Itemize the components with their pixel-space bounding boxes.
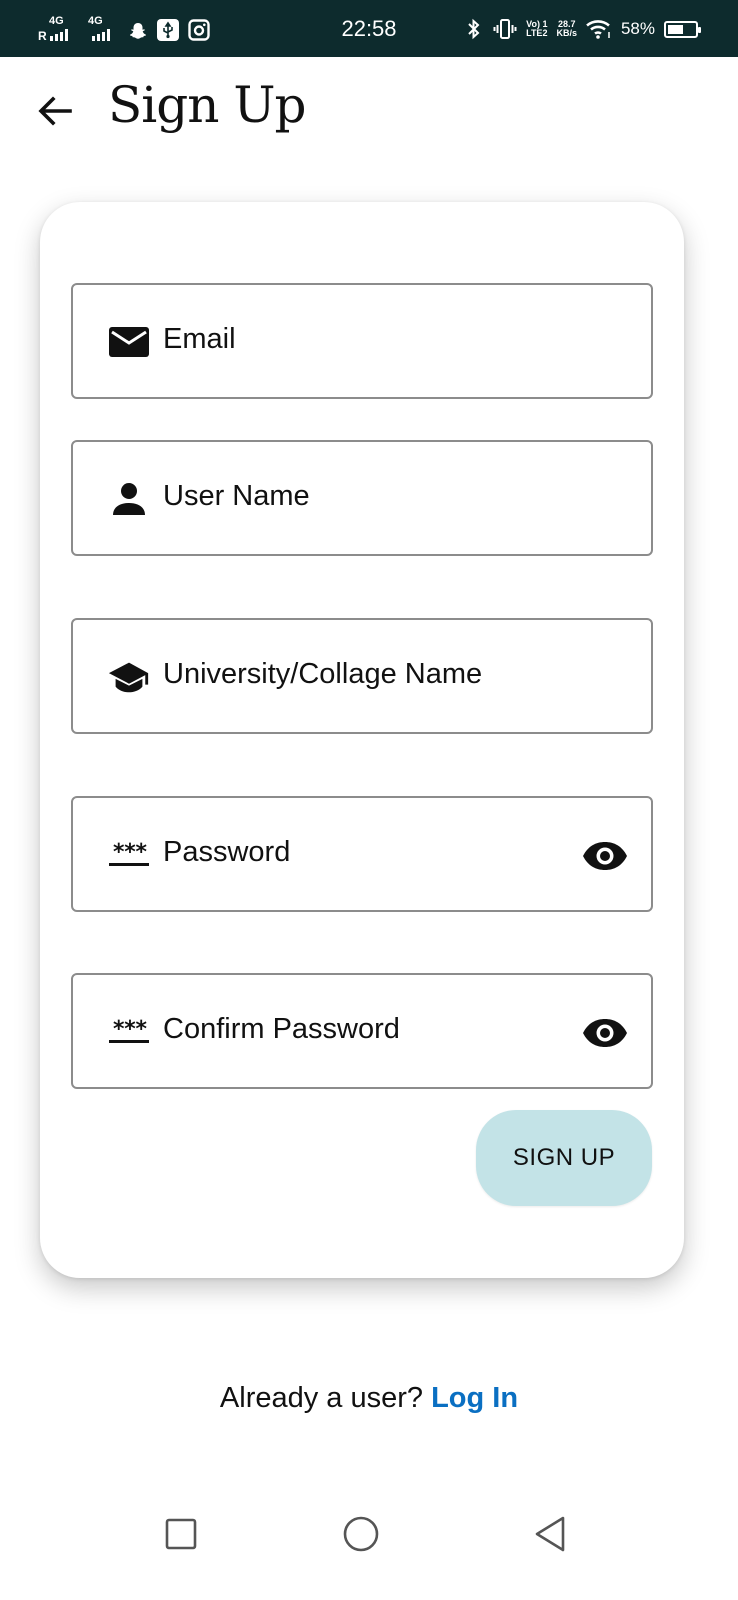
- recent-apps-icon: [165, 1518, 197, 1550]
- password-icon: ***: [107, 1014, 151, 1050]
- password-icon: ***: [107, 837, 151, 873]
- login-link[interactable]: Log In: [431, 1382, 518, 1414]
- password-field[interactable]: *** Password: [71, 796, 653, 912]
- login-prompt: Already a user? Log In: [0, 1382, 738, 1415]
- signup-button[interactable]: SIGN UP: [476, 1110, 652, 1206]
- nav-back-button[interactable]: [520, 1504, 580, 1564]
- signup-card: Email User Name University/Collage Name …: [40, 202, 684, 1278]
- back-icon: [535, 1516, 565, 1552]
- back-button[interactable]: [30, 86, 80, 136]
- login-prompt-text: Already a user?: [219, 1382, 424, 1414]
- recent-apps-button[interactable]: [151, 1504, 211, 1564]
- network-speed: 28.7 KB/s: [556, 19, 577, 38]
- page-title: Sign Up: [108, 76, 306, 134]
- volte-indicator: Vo) 1 LTE2: [526, 19, 548, 38]
- vibrate-icon: [493, 19, 517, 39]
- person-icon: [107, 481, 151, 517]
- wifi-icon: [586, 20, 610, 39]
- university-field-label: University/Collage Name: [163, 658, 483, 690]
- status-right-icons: Vo) 1 LTE2 28.7 KB/s 58%: [464, 14, 701, 44]
- mail-icon: [107, 324, 151, 360]
- university-field[interactable]: University/Collage Name: [71, 618, 653, 734]
- bluetooth-icon: [468, 18, 480, 40]
- eye-icon[interactable]: [581, 836, 629, 876]
- home-button[interactable]: [331, 1504, 391, 1564]
- eye-icon[interactable]: [581, 1013, 629, 1053]
- home-icon: [343, 1516, 379, 1552]
- battery-percent: 58%: [620, 19, 655, 38]
- arrow-left-icon: [38, 96, 72, 126]
- battery-icon: [664, 20, 701, 38]
- username-field-label: User Name: [163, 480, 310, 512]
- email-field[interactable]: Email: [71, 283, 653, 399]
- system-nav-bar: [0, 1480, 738, 1600]
- email-field-label: Email: [163, 323, 236, 355]
- status-bar: R 4G 4G 22:58 Vo) 1 LTE2 28.7 KB/s 58%: [0, 0, 738, 57]
- confirm-password-field[interactable]: *** Confirm Password: [71, 973, 653, 1089]
- confirm-password-field-label: Confirm Password: [163, 1013, 400, 1045]
- username-field[interactable]: User Name: [71, 440, 653, 556]
- school-icon: [107, 659, 151, 695]
- password-field-label: Password: [163, 836, 291, 868]
